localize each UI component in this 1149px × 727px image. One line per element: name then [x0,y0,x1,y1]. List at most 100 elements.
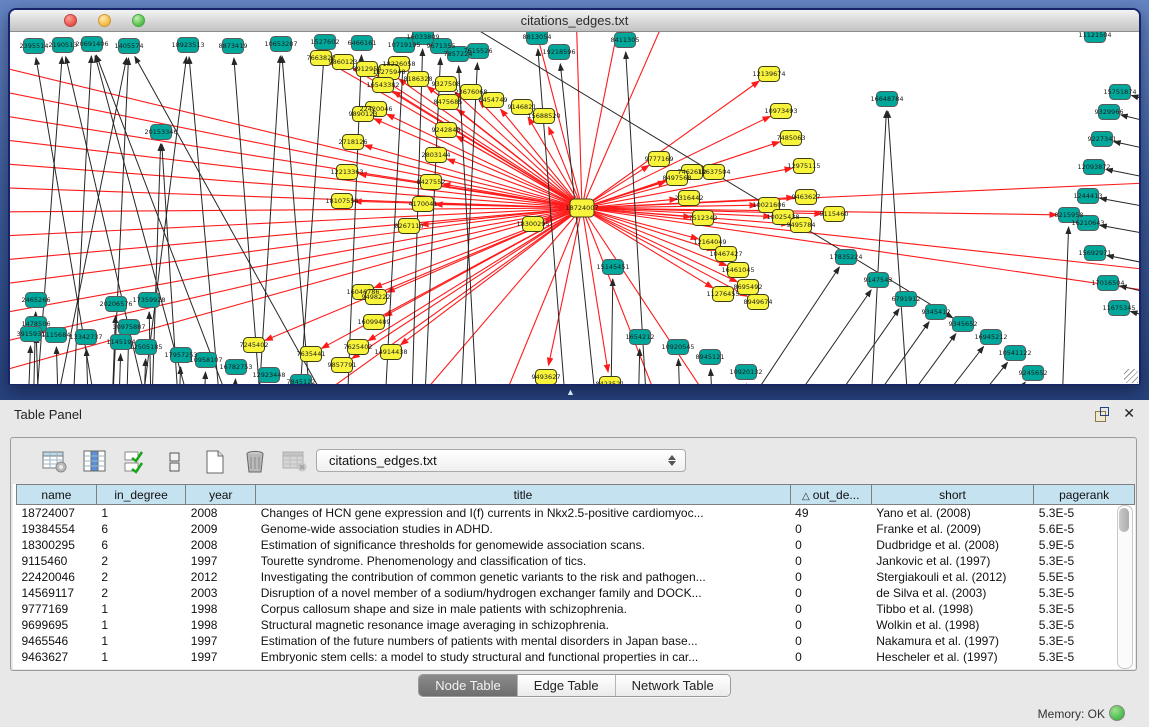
table-settings-icon[interactable] [41,449,69,475]
table-tabs-bar: Node TableEdge TableNetwork Table [0,674,1149,697]
svg-text:1478506: 1478506 [22,320,51,328]
svg-text:12093872: 12093872 [1077,163,1110,171]
column-header-short[interactable]: short [871,485,1034,505]
svg-text:20691406: 20691406 [75,40,108,48]
column-header-year[interactable]: year [186,485,256,505]
svg-text:10920545: 10920545 [661,343,694,351]
svg-text:8427552: 8427552 [417,178,446,186]
column-header-name[interactable]: name [17,485,97,505]
svg-text:15688520: 15688520 [527,112,560,120]
table-row[interactable]: 911546021997Tourette syndrome. Phenomeno… [17,553,1135,569]
svg-text:18724007: 18724007 [565,204,598,212]
select-rows-icon[interactable] [121,449,149,475]
window-title: citations_edges.txt [10,13,1139,28]
column-header-out_de[interactable]: △out_de... [790,485,871,505]
svg-text:2803144: 2803144 [422,151,451,159]
table-panel: Table Panel ✕ f(x) citations_edges.txt n… [0,400,1149,727]
tab-network-table[interactable]: Network Table [615,675,730,696]
svg-text:16648784: 16648784 [870,95,903,103]
svg-text:9671355: 9671355 [427,42,456,50]
svg-text:12505185: 12505185 [129,343,162,351]
svg-text:2395514: 2395514 [20,42,49,50]
tab-node-table[interactable]: Node Table [419,675,517,696]
svg-text:20206576: 20206576 [99,300,132,308]
network-view-window[interactable]: citations_edges.txt 23955142190513206914… [8,8,1141,385]
svg-text:10021606: 10021606 [752,201,785,209]
table-row[interactable]: 1938455462009Genome-wide association stu… [17,521,1135,537]
table-row[interactable]: 946362711997Embryonic stem cells: a mode… [17,649,1135,665]
svg-text:13342737: 13342737 [69,333,102,341]
table-row[interactable]: 1830029562008Estimation of significance … [17,537,1135,553]
splitter-collapse-arrow[interactable]: ▲ [566,388,575,397]
svg-text:1527602: 1527602 [311,38,340,46]
svg-text:16543382: 16543382 [366,81,399,89]
window-resize-grip[interactable] [1124,369,1138,383]
svg-text:10653287: 10653287 [264,40,297,48]
table-row[interactable]: 1872400712008Changes of HCN gene express… [17,505,1135,522]
svg-text:8267110: 8267110 [395,222,424,230]
svg-text:14914438: 14914438 [374,348,407,356]
sort-ascending-icon: △ [802,491,810,502]
table-row[interactable]: 969969511998Structural magnetic resonanc… [17,617,1135,633]
svg-text:9493627: 9493627 [532,373,561,381]
svg-text:9146821: 9146821 [508,103,537,111]
svg-text:9147543: 9147543 [864,276,893,284]
window-titlebar[interactable]: citations_edges.txt [10,10,1139,32]
svg-text:1654212: 1654212 [626,333,655,341]
svg-text:9242848: 9242848 [432,126,461,134]
column-header-pagerank[interactable]: pagerank [1034,485,1135,505]
citation-network-graph[interactable]: 2395514219051320691406140557418923513887… [10,32,1139,384]
svg-text:7512342: 7512342 [689,214,718,222]
network-graph-canvas[interactable]: 2395514219051320691406140557418923513887… [10,32,1139,384]
svg-text:6466161: 6466161 [348,39,377,47]
svg-text:9327508: 9327508 [432,80,461,88]
svg-text:9115460: 9115460 [820,210,849,218]
svg-text:17835224: 17835224 [829,253,862,261]
scrollbar-thumb[interactable] [1119,508,1129,532]
svg-text:4170041: 4170041 [409,200,438,208]
svg-text:2316442: 2316442 [675,194,704,202]
table-toolbar: f(x) [41,448,349,476]
svg-text:1115684: 1115684 [42,331,71,339]
svg-text:7485063: 7485063 [777,134,806,142]
table-row[interactable]: 977716911998Corpus callosum shape and si… [17,601,1135,617]
select-columns-icon[interactable] [81,449,109,475]
table-browser-container: f(x) citations_edges.txt namein_degreeye… [10,437,1137,671]
svg-text:8475685: 8475685 [434,98,463,106]
table-selector-value: citations_edges.txt [317,453,668,468]
close-panel-icon[interactable]: ✕ [1123,405,1135,422]
memory-ok-indicator[interactable] [1109,705,1125,721]
svg-text:16099489: 16099489 [357,318,390,326]
tab-edge-table[interactable]: Edge Table [517,675,615,696]
table-row[interactable]: 1456911722003Disruption of a novel membe… [17,585,1135,601]
svg-text:23676068: 23676068 [454,88,487,96]
svg-text:8215958: 8215958 [1055,211,1084,219]
svg-text:10637504: 10637504 [697,168,730,176]
svg-text:11121504: 11121504 [1078,32,1111,39]
table-selector-dropdown[interactable]: citations_edges.txt [316,449,686,472]
svg-text:10958107: 10958107 [189,356,222,364]
table-row[interactable]: 946554611997Estimation of the future num… [17,633,1135,649]
row-height-icon[interactable] [161,449,189,475]
column-header-title[interactable]: title [256,485,790,505]
svg-text:10719195: 10719195 [387,41,420,49]
vertical-scrollbar[interactable] [1117,505,1133,669]
svg-text:11276455: 11276455 [706,290,739,298]
float-panel-icon[interactable] [1095,407,1110,422]
svg-text:18226058: 18226058 [382,60,415,68]
table-row[interactable]: 2242004622012Investigating the contribut… [17,569,1135,585]
svg-text:19218596: 19218596 [542,48,575,56]
svg-text:8945121: 8945121 [696,353,725,361]
new-table-icon[interactable] [201,449,229,475]
svg-text:15692971: 15692971 [1078,249,1111,257]
svg-text:12164049: 12164049 [693,238,726,246]
svg-text:2190513: 2190513 [49,41,78,49]
svg-text:12213363: 12213363 [330,168,363,176]
svg-text:16275948: 16275948 [372,68,405,76]
svg-text:8497568: 8497568 [663,174,692,182]
svg-text:17016504: 17016504 [1091,279,1124,287]
delete-table-icon[interactable] [241,449,269,475]
column-header-in_degree[interactable]: in_degree [96,485,185,505]
svg-text:16945212: 16945212 [974,333,1007,341]
cytoscape-application: citations_edges.txt 23955142190513206914… [0,0,1149,727]
